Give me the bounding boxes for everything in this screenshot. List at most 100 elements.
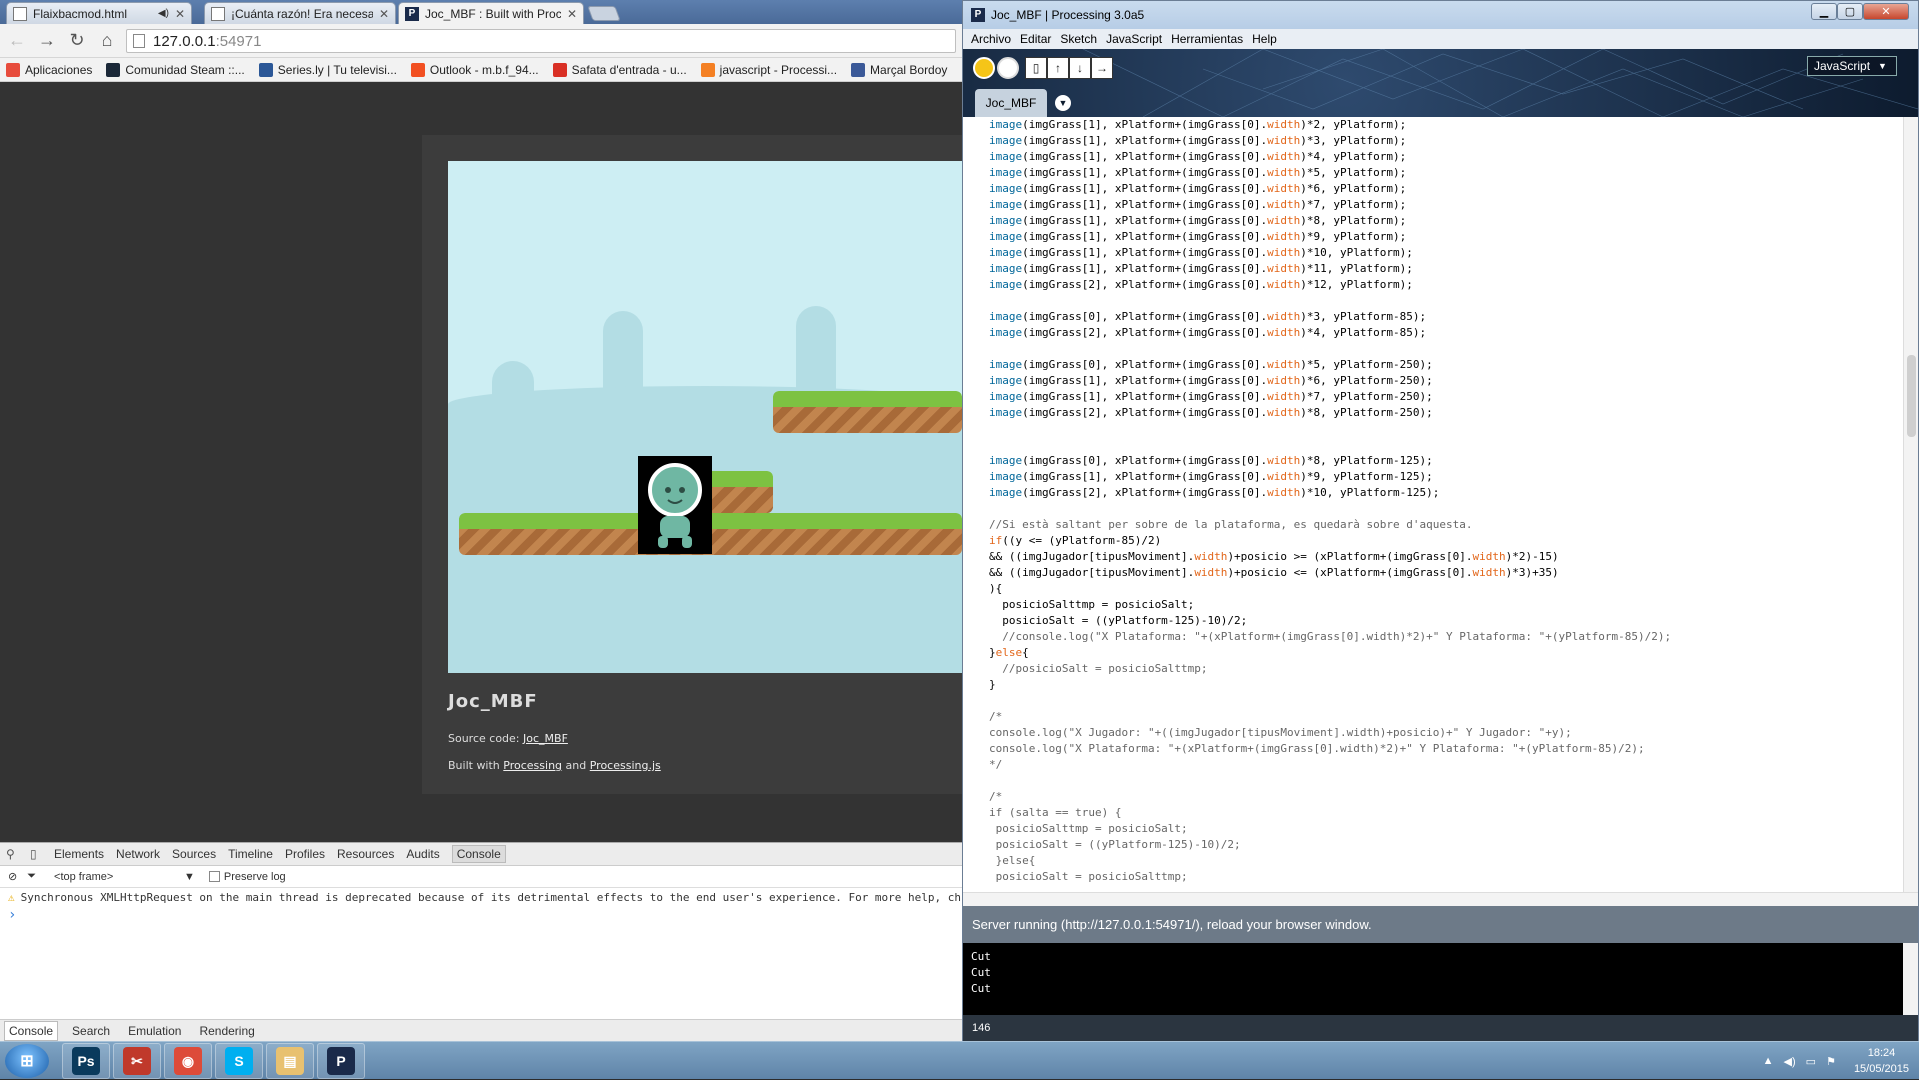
editor-horizontal-scrollbar[interactable]: [963, 892, 1918, 906]
address-bar[interactable]: 127.0.0.1:54971: [126, 29, 956, 53]
menu-herramientas[interactable]: Herramientas: [1171, 32, 1243, 46]
browser-tab-1[interactable]: Flaixbacmod.html ◀) ✕: [6, 2, 192, 24]
console-scrollbar[interactable]: [1903, 943, 1918, 1015]
taskbar-app-snipping-tool[interactable]: ✂: [113, 1043, 161, 1079]
code-line[interactable]: image(imgGrass[1], xPlatform+(imgGrass[0…: [989, 149, 1899, 165]
code-line[interactable]: image(imgGrass[1], xPlatform+(imgGrass[0…: [989, 117, 1899, 133]
processing-link[interactable]: Processing: [503, 759, 562, 772]
drawer-tab-emulation[interactable]: Emulation: [124, 1022, 185, 1040]
device-icon[interactable]: ▯: [30, 847, 44, 861]
code-line[interactable]: /*: [989, 789, 1899, 805]
taskbar-app-photoshop[interactable]: Ps: [62, 1043, 110, 1079]
reload-icon[interactable]: ↻: [64, 28, 90, 54]
code-line[interactable]: [989, 437, 1899, 453]
game-canvas[interactable]: [448, 161, 962, 673]
console-input[interactable]: ›: [0, 906, 962, 924]
bookmark-item[interactable]: Outlook - m.b.f_94...: [410, 62, 539, 77]
bookmark-item[interactable]: Marçal Bordoy: [851, 62, 947, 77]
scrollbar-thumb[interactable]: [1907, 355, 1916, 437]
code-line[interactable]: image(imgGrass[1], xPlatform+(imgGrass[0…: [989, 373, 1899, 389]
drawer-tab-rendering[interactable]: Rendering: [195, 1022, 258, 1040]
browser-tab-3[interactable]: P Joc_MBF : Built with Proce ✕: [398, 2, 584, 25]
devtools-tab-sources[interactable]: Sources: [172, 847, 216, 861]
tab-menu-icon[interactable]: ▼: [1055, 95, 1071, 111]
export-icon[interactable]: →: [1091, 57, 1113, 79]
tray-arrow-icon[interactable]: ▲: [1763, 1055, 1774, 1067]
bookmark-item[interactable]: javascript - Processi...: [700, 62, 837, 77]
code-editor[interactable]: image(imgGrass[1], xPlatform+(imgGrass[0…: [963, 117, 1903, 892]
code-line[interactable]: posicioSalttmp = posicioSalt;: [989, 821, 1899, 837]
code-line[interactable]: image(imgGrass[1], xPlatform+(imgGrass[0…: [989, 245, 1899, 261]
browser-tab-2[interactable]: ¡Cuánta razón! Era necesa ✕: [204, 2, 396, 24]
minimize-button[interactable]: ▁: [1811, 3, 1837, 20]
code-line[interactable]: image(imgGrass[0], xPlatform+(imgGrass[0…: [989, 453, 1899, 469]
filter-icon[interactable]: ⏷: [27, 870, 36, 883]
code-line[interactable]: image(imgGrass[1], xPlatform+(imgGrass[0…: [989, 165, 1899, 181]
home-icon[interactable]: ⌂: [94, 28, 120, 54]
network-icon[interactable]: ▭: [1806, 1055, 1816, 1068]
code-line[interactable]: posicioSalt = ((yPlatform-125)-10)/2;: [989, 837, 1899, 853]
code-line[interactable]: ){: [989, 581, 1899, 597]
menu-help[interactable]: Help: [1252, 32, 1277, 46]
code-line[interactable]: && ((imgJugador[tipusMoviment].width)+po…: [989, 565, 1899, 581]
chevron-down-icon[interactable]: ▼: [184, 871, 195, 883]
code-line[interactable]: if((y <= (yPlatform-85)/2): [989, 533, 1899, 549]
new-sketch-icon[interactable]: ▯: [1025, 57, 1047, 79]
menu-sketch[interactable]: Sketch: [1060, 32, 1097, 46]
close-icon[interactable]: ✕: [175, 7, 185, 21]
code-line[interactable]: console.log("X Plataforma: "+(xPlatform+…: [989, 741, 1899, 757]
bookmark-item[interactable]: Series.ly | Tu televisi...: [258, 62, 397, 77]
code-line[interactable]: //console.log("X Plataforma: "+(xPlatfor…: [989, 629, 1899, 645]
code-line[interactable]: image(imgGrass[1], xPlatform+(imgGrass[0…: [989, 181, 1899, 197]
code-line[interactable]: image(imgGrass[1], xPlatform+(imgGrass[0…: [989, 389, 1899, 405]
menu-archivo[interactable]: Archivo: [971, 32, 1011, 46]
code-line[interactable]: image(imgGrass[2], xPlatform+(imgGrass[0…: [989, 277, 1899, 293]
code-line[interactable]: }: [989, 677, 1899, 693]
close-icon[interactable]: ✕: [379, 7, 389, 21]
forward-icon[interactable]: →: [34, 28, 60, 54]
editor-scrollbar[interactable]: [1903, 117, 1918, 892]
code-line[interactable]: [989, 501, 1899, 517]
code-line[interactable]: && ((imgJugador[tipusMoviment].width)+po…: [989, 549, 1899, 565]
start-button[interactable]: ⊞: [5, 1044, 49, 1078]
code-line[interactable]: image(imgGrass[2], xPlatform+(imgGrass[0…: [989, 325, 1899, 341]
taskbar-app-chrome[interactable]: ◉: [164, 1043, 212, 1079]
devtools-tab-profiles[interactable]: Profiles: [285, 847, 325, 861]
code-line[interactable]: //Si està saltant per sobre de la plataf…: [989, 517, 1899, 533]
flag-icon[interactable]: ⚑: [1826, 1055, 1836, 1068]
maximize-button[interactable]: ▢: [1837, 3, 1863, 20]
clear-console-icon[interactable]: ⊘: [8, 870, 17, 883]
taskbar-app-explorer[interactable]: ▤: [266, 1043, 314, 1079]
taskbar-app-skype[interactable]: S: [215, 1043, 263, 1079]
volume-icon[interactable]: ◀): [1784, 1055, 1796, 1068]
drawer-tab-search[interactable]: Search: [68, 1022, 114, 1040]
bookmark-item[interactable]: Comunidad Steam ::...: [106, 62, 245, 77]
frame-selector[interactable]: <top frame>: [54, 871, 184, 883]
processingjs-link[interactable]: Processing.js: [590, 759, 661, 772]
code-line[interactable]: image(imgGrass[1], xPlatform+(imgGrass[0…: [989, 197, 1899, 213]
devtools-tab-elements[interactable]: Elements: [54, 847, 104, 861]
code-line[interactable]: if (salta == true) {: [989, 805, 1899, 821]
code-line[interactable]: [989, 421, 1899, 437]
code-line[interactable]: posicioSalt = posicioSalttmp;: [989, 869, 1899, 885]
code-line[interactable]: image(imgGrass[0], xPlatform+(imgGrass[0…: [989, 357, 1899, 373]
close-icon[interactable]: ✕: [567, 7, 577, 21]
code-line[interactable]: image(imgGrass[2], xPlatform+(imgGrass[0…: [989, 405, 1899, 421]
new-tab-button[interactable]: [587, 6, 621, 21]
code-line[interactable]: [989, 693, 1899, 709]
taskbar-app-processing[interactable]: P: [317, 1043, 365, 1079]
code-line[interactable]: [989, 773, 1899, 789]
code-line[interactable]: image(imgGrass[1], xPlatform+(imgGrass[0…: [989, 261, 1899, 277]
code-line[interactable]: posicioSalttmp = posicioSalt;: [989, 597, 1899, 613]
bookmark-item[interactable]: Safata d'entrada - u...: [552, 62, 687, 77]
run-button[interactable]: [973, 57, 995, 79]
code-line[interactable]: [989, 341, 1899, 357]
devtools-tab-audits[interactable]: Audits: [406, 847, 439, 861]
mode-selector[interactable]: JavaScript ▼: [1807, 56, 1897, 76]
search-icon[interactable]: ⚲: [6, 847, 20, 861]
devtools-tab-timeline[interactable]: Timeline: [228, 847, 273, 861]
code-text[interactable]: image(imgGrass[1], xPlatform+(imgGrass[0…: [989, 117, 1899, 885]
drawer-tab-console[interactable]: Console: [4, 1020, 59, 1041]
code-line[interactable]: image(imgGrass[1], xPlatform+(imgGrass[0…: [989, 213, 1899, 229]
code-line[interactable]: [989, 293, 1899, 309]
